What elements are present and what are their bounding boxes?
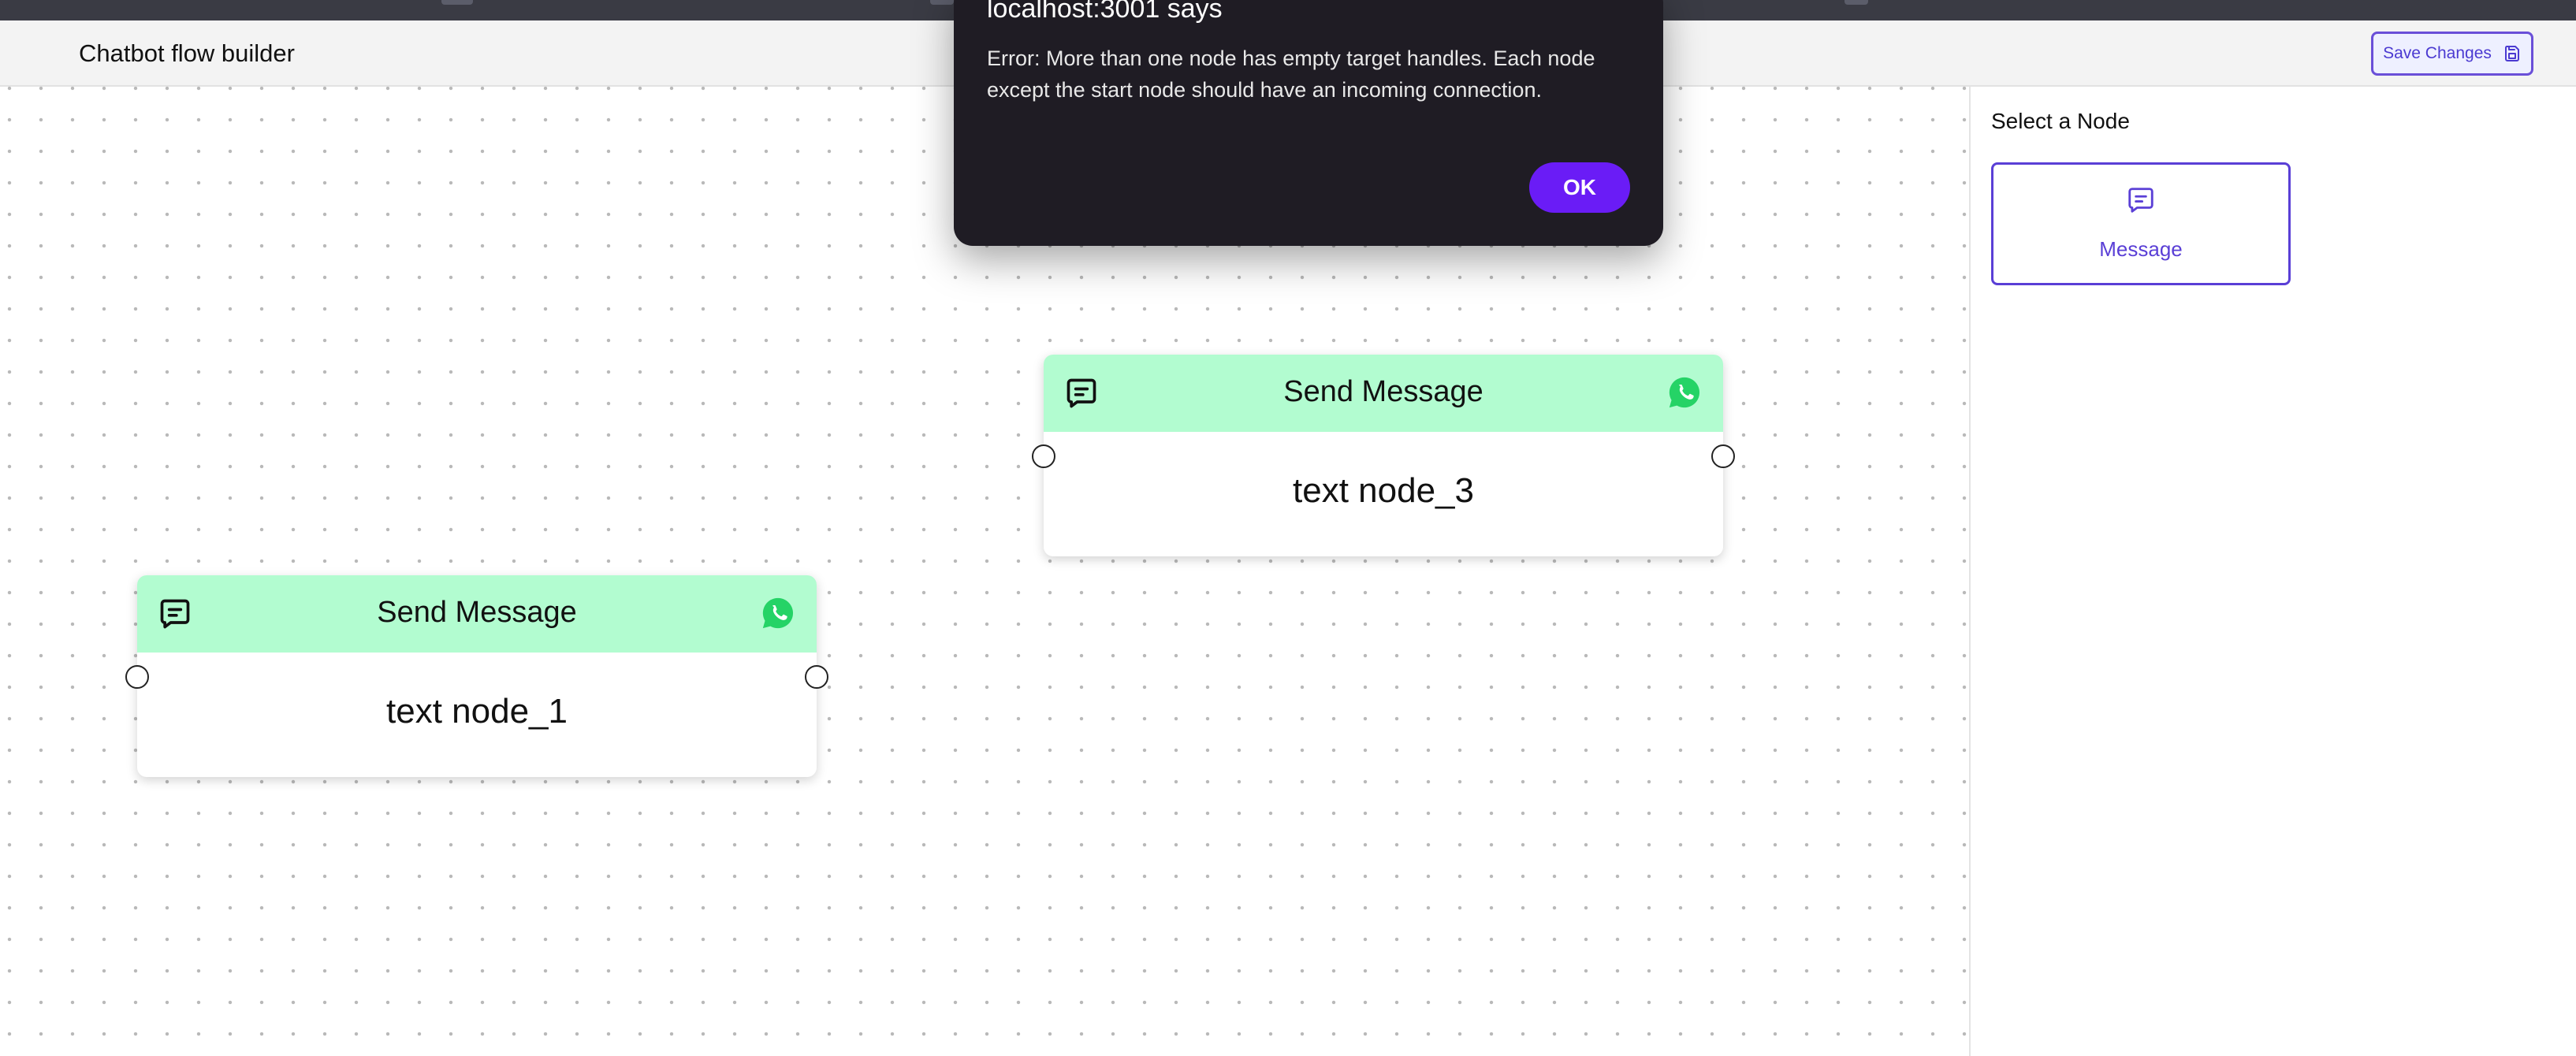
message-option-label: Message [2099,237,2183,261]
nodes-panel-title: Select a Node [1991,109,2130,133]
node-header: Send Message [1044,355,1723,432]
node-text: text node_3 [1293,471,1474,510]
flow-node-text-node-1[interactable]: Send Message text node_1 [125,575,828,777]
target-handle[interactable] [1032,444,1055,468]
node-text: text node_1 [386,692,568,731]
node-title: Send Message [377,596,577,629]
source-handle[interactable] [1711,444,1735,468]
flow-node-text-node-3[interactable]: Send Message text node_3 [1032,355,1735,556]
message-node-option[interactable]: Message [1991,162,2291,285]
message-icon [2128,188,2153,213]
browser-tab-hint [1845,0,1868,5]
node-header: Send Message [137,575,817,653]
browser-tab-hint [441,0,473,5]
target-handle[interactable] [125,665,149,689]
nodes-panel: Select a Node Message [1969,87,2576,1056]
ok-button[interactable]: OK [1529,162,1630,213]
app-title: Chatbot flow builder [79,39,295,67]
browser-tab-hint [930,0,954,5]
source-handle[interactable] [805,665,828,689]
save-icon [2504,46,2519,61]
save-changes-button[interactable]: Save Changes [2371,32,2533,76]
whatsapp-icon [762,597,794,629]
alert-title: localhost:3001 says [987,0,1223,24]
alert-dialog: localhost:3001 says Error: More than one… [954,0,1663,246]
alert-message: Error: More than one node has empty targ… [987,46,1595,102]
whatsapp-icon [1669,377,1700,408]
node-title: Send Message [1283,375,1483,408]
save-button-label: Save Changes [2383,44,2492,62]
